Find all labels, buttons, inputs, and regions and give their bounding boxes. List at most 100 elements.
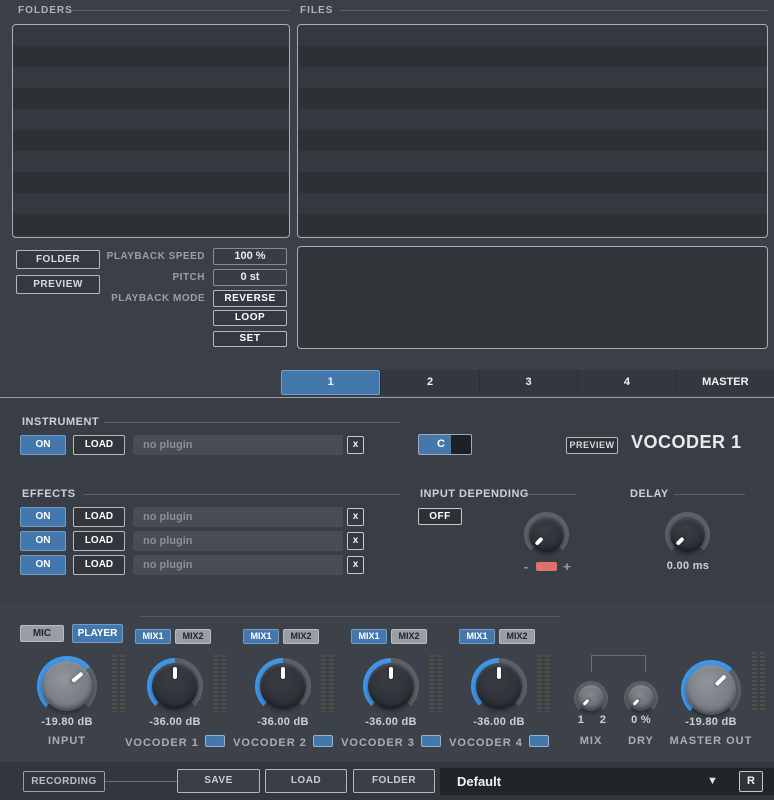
set-button[interactable]: SET bbox=[213, 331, 287, 347]
instrument-plugin-field[interactable]: no plugin bbox=[133, 435, 343, 455]
vocoder3-label-text: VOCODER 3 bbox=[341, 737, 415, 749]
effect3-on-button[interactable]: ON bbox=[20, 555, 66, 575]
files-list[interactable] bbox=[297, 24, 768, 238]
pitch-value[interactable]: 0 st bbox=[213, 269, 287, 286]
vocoder4-gain-value: -36.00 dB bbox=[441, 716, 557, 728]
vocoder1-gain-value: -36.00 dB bbox=[117, 716, 233, 728]
tab-4[interactable]: 4 bbox=[577, 370, 675, 395]
vocoder1-gain-knob[interactable] bbox=[147, 658, 203, 714]
instrument-load-button[interactable]: LOAD bbox=[73, 435, 125, 455]
playback-mode-label: PLAYBACK MODE bbox=[60, 293, 205, 304]
effect2-load-button[interactable]: LOAD bbox=[73, 531, 125, 551]
tab-1[interactable]: 1 bbox=[281, 370, 380, 395]
effect2-on-button[interactable]: ON bbox=[20, 531, 66, 551]
vocoder3-gain-value: -36.00 dB bbox=[333, 716, 449, 728]
input-depending-knob[interactable] bbox=[524, 512, 569, 557]
vocoder1-channel-label: VOCODER 1 bbox=[117, 735, 233, 749]
input-gain-knob[interactable] bbox=[37, 656, 97, 716]
effect-row-1: ON LOAD no plugin x bbox=[16, 507, 368, 527]
input-depending-off-button[interactable]: OFF bbox=[418, 508, 462, 525]
instrument-header-line bbox=[104, 422, 400, 423]
knob-pointer bbox=[663, 510, 712, 559]
folders-header-line bbox=[72, 10, 290, 11]
chevron-down-icon[interactable]: ▼ bbox=[707, 768, 718, 795]
tab-3[interactable]: 3 bbox=[479, 370, 577, 395]
mic-button[interactable]: MIC bbox=[20, 625, 64, 642]
vocoder4-led-button[interactable] bbox=[529, 735, 549, 747]
effect2-clear-button[interactable]: x bbox=[347, 532, 364, 550]
vocoder3-channel-label: VOCODER 3 bbox=[333, 735, 449, 749]
loop-button[interactable]: LOOP bbox=[213, 310, 287, 326]
vocoder3-gain-knob[interactable] bbox=[363, 658, 419, 714]
vocoder3-mix1-button[interactable]: MIX1 bbox=[351, 629, 387, 644]
vocoder1-label-text: VOCODER 1 bbox=[125, 737, 199, 749]
knob-pointer bbox=[676, 655, 747, 726]
channel-tabs: 1 2 3 4 MASTER bbox=[281, 370, 774, 395]
vocoder2-gain-knob[interactable] bbox=[255, 658, 311, 714]
effect-row-2: ON LOAD no plugin x bbox=[16, 531, 368, 551]
folders-section-label: FOLDERS bbox=[18, 5, 73, 16]
knob-pointer bbox=[522, 510, 571, 559]
mixer-divider-line bbox=[140, 616, 560, 617]
vocoder3-mix2-button[interactable]: MIX2 bbox=[391, 629, 427, 644]
mix-right-label: 2 bbox=[597, 714, 609, 726]
master-channel: -19.80 dB MASTER OUT bbox=[651, 622, 771, 757]
preset-dropdown[interactable]: Default ▼ R bbox=[440, 768, 774, 795]
effect2-plugin-field[interactable]: no plugin bbox=[133, 531, 343, 551]
master-out-knob[interactable] bbox=[681, 660, 741, 720]
save-button[interactable]: SAVE bbox=[177, 769, 260, 793]
tab-2[interactable]: 2 bbox=[380, 370, 478, 395]
effect1-plugin-field[interactable]: no plugin bbox=[133, 507, 343, 527]
input-depending-indicator[interactable] bbox=[536, 562, 557, 571]
instrument-clear-button[interactable]: x bbox=[347, 436, 364, 454]
load-button[interactable]: LOAD bbox=[265, 769, 347, 793]
vocoder2-label-text: VOCODER 2 bbox=[233, 737, 307, 749]
vocoder1-led-button[interactable] bbox=[205, 735, 225, 747]
input-channel-label: INPUT bbox=[7, 735, 127, 747]
vocoder2-mix1-button[interactable]: MIX1 bbox=[243, 629, 279, 644]
vocoder4-mix2-button[interactable]: MIX2 bbox=[499, 629, 535, 644]
channel-title: VOCODER 1 bbox=[631, 432, 742, 453]
record-arm-button[interactable]: R bbox=[739, 771, 763, 792]
vocoder1-channel: MIX1 MIX2 -36.00 dB VOCODER 1 bbox=[117, 622, 233, 757]
vocoder2-led-button[interactable] bbox=[313, 735, 333, 747]
knob-pointer bbox=[476, 663, 522, 709]
effect3-clear-button[interactable]: x bbox=[347, 556, 364, 574]
delay-knob[interactable] bbox=[665, 512, 710, 557]
channel-preview-button[interactable]: PREVIEW bbox=[566, 437, 618, 454]
effect1-load-button[interactable]: LOAD bbox=[73, 507, 125, 527]
vocoder4-mix1-button[interactable]: MIX1 bbox=[459, 629, 495, 644]
vocoder3-led-button[interactable] bbox=[421, 735, 441, 747]
instrument-plugin-row: ON LOAD no plugin x bbox=[16, 435, 368, 455]
recording-button[interactable]: RECORDING bbox=[23, 771, 105, 792]
waveform-display[interactable] bbox=[297, 246, 768, 349]
folders-list[interactable] bbox=[12, 24, 290, 238]
player-button[interactable]: PLAYER bbox=[72, 624, 123, 643]
input-depending-header-line bbox=[524, 494, 576, 495]
note-range-display[interactable]: C bbox=[418, 434, 472, 455]
delay-value: 0.00 ms bbox=[648, 560, 728, 572]
pitch-label: PITCH bbox=[60, 272, 205, 283]
effect3-plugin-field[interactable]: no plugin bbox=[133, 555, 343, 575]
knob-pointer bbox=[368, 663, 414, 709]
instrument-section-title: INSTRUMENT bbox=[22, 416, 99, 428]
effect1-clear-button[interactable]: x bbox=[347, 508, 364, 526]
master-channel-label: MASTER OUT bbox=[651, 735, 771, 747]
folder-open-button[interactable]: FOLDER bbox=[353, 769, 435, 793]
vocoder4-gain-knob[interactable] bbox=[471, 658, 527, 714]
vocoder4-channel: MIX1 MIX2 -36.00 dB VOCODER 4 bbox=[441, 622, 557, 757]
mix-knob[interactable] bbox=[574, 681, 608, 715]
delay-title: DELAY bbox=[630, 488, 669, 500]
effect1-on-button[interactable]: ON bbox=[20, 507, 66, 527]
vocoder2-channel: MIX1 MIX2 -36.00 dB VOCODER 2 bbox=[225, 622, 341, 757]
playback-speed-value[interactable]: 100 % bbox=[213, 248, 287, 265]
effect3-load-button[interactable]: LOAD bbox=[73, 555, 125, 575]
vocoder1-mix1-button[interactable]: MIX1 bbox=[135, 629, 171, 644]
vocoder2-mix2-button[interactable]: MIX2 bbox=[283, 629, 319, 644]
vocoder1-mix2-button[interactable]: MIX2 bbox=[175, 629, 211, 644]
effect-row-3: ON LOAD no plugin x bbox=[16, 555, 368, 575]
tab-master[interactable]: MASTER bbox=[676, 370, 774, 395]
reverse-button[interactable]: REVERSE bbox=[213, 290, 287, 307]
instrument-on-button[interactable]: ON bbox=[20, 435, 66, 455]
vocoder2-gain-value: -36.00 dB bbox=[225, 716, 341, 728]
